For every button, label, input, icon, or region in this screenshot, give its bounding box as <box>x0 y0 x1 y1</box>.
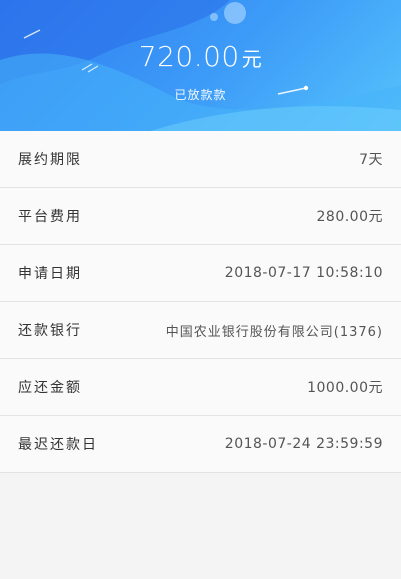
loan-amount: 720.00 元 <box>0 40 401 73</box>
detail-row-term: 展约期限 7天 <box>0 131 401 188</box>
amount-due-label: 应还金额 <box>18 380 82 396</box>
due-date-label: 最迟还款日 <box>18 437 98 453</box>
apply-date-label: 申请日期 <box>18 266 82 282</box>
platform-fee-label: 平台费用 <box>18 209 82 225</box>
detail-row-apply-date: 申请日期 2018-07-17 10:58:10 <box>0 245 401 302</box>
amount-due-value: 1000.00元 <box>307 380 383 396</box>
detail-row-amount-due: 应还金额 1000.00元 <box>0 359 401 416</box>
detail-row-due-date: 最迟还款日 2018-07-24 23:59:59 <box>0 416 401 473</box>
loan-amount-unit: 元 <box>241 47 263 71</box>
due-date-value: 2018-07-24 23:59:59 <box>224 436 383 452</box>
term-label: 展约期限 <box>18 152 82 168</box>
repay-bank-label: 还款银行 <box>18 323 82 339</box>
term-value: 7天 <box>359 152 383 168</box>
loan-amount-value: 720.00 <box>138 40 240 73</box>
detail-row-platform-fee: 平台费用 280.00元 <box>0 188 401 245</box>
platform-fee-value: 280.00元 <box>316 209 383 225</box>
loan-status: 已放款款 <box>174 88 227 102</box>
apply-date-value: 2018-07-17 10:58:10 <box>224 265 383 281</box>
detail-row-repay-bank: 还款银行 中国农业银行股份有限公司(1376) <box>0 302 401 359</box>
loan-detail-list: 展约期限 7天 平台费用 280.00元 申请日期 2018-07-17 10:… <box>0 131 401 473</box>
repay-bank-value: 中国农业银行股份有限公司(1376) <box>165 324 383 340</box>
header-banner: 720.00 元 已放款款 <box>0 0 401 131</box>
